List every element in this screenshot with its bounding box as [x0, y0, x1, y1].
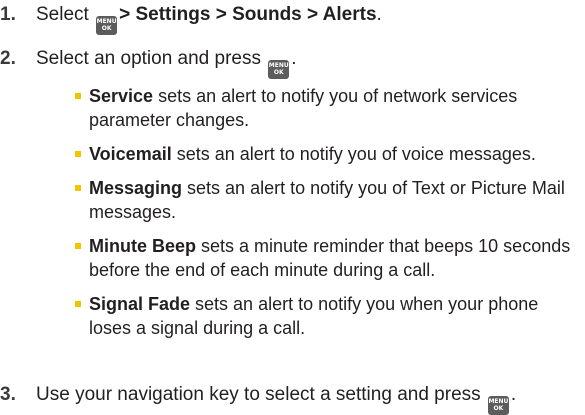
step-suffix: .: [291, 48, 297, 69]
menu-ok-key-icon: MENU OK: [268, 59, 290, 79]
option-item-service: Service sets an alert to notify you of n…: [75, 84, 580, 132]
menu-ok-key-icon: MENU OK: [487, 395, 509, 415]
option-item-messaging: Messaging sets an alert to notify you of…: [75, 176, 580, 224]
step-1: 1. Select MENU OK > Settings > Sounds > …: [0, 3, 382, 35]
option-term: Service: [89, 86, 154, 106]
step-prefix: Select: [36, 4, 89, 25]
step-3: 3. Use your navigation key to select a s…: [0, 383, 516, 415]
step-text: Select an option and press MENU OK .: [36, 47, 297, 79]
option-item-minute-beep: Minute Beep sets a minute reminder that …: [75, 234, 580, 282]
key-bottom-label: OK: [493, 405, 504, 412]
option-item-voicemail: Voicemail sets an alert to notify you of…: [75, 142, 580, 166]
key-bottom-label: OK: [273, 69, 284, 76]
option-term: Messaging: [89, 178, 183, 198]
instructions-page: 1. Select MENU OK > Settings > Sounds > …: [0, 0, 585, 415]
option-term: Minute Beep: [89, 236, 197, 256]
step-text: Select MENU OK > Settings > Sounds > Ale…: [36, 3, 382, 35]
option-list: Service sets an alert to notify you of n…: [75, 84, 580, 350]
menu-ok-key-icon: MENU OK: [96, 15, 118, 35]
step-prefix: Use your navigation key to select a sett…: [36, 384, 481, 405]
option-description: sets an alert to notify you of network s…: [89, 86, 518, 130]
step-suffix: .: [510, 384, 517, 405]
option-term: Voicemail: [89, 144, 172, 164]
key-top-label: MENU: [96, 18, 117, 25]
step-suffix: .: [376, 4, 382, 25]
step-number: 1.: [0, 4, 16, 25]
option-description: sets an alert to notify you of voice mes…: [171, 144, 536, 164]
key-top-label: MENU: [268, 62, 289, 69]
option-item-signal-fade: Signal Fade sets an alert to notify you …: [75, 292, 580, 340]
key-bottom-label: OK: [101, 25, 112, 32]
step-prefix: Select an option and press: [36, 48, 261, 69]
key-top-label: MENU: [488, 398, 509, 405]
option-term: Signal Fade: [89, 294, 191, 314]
step-text: Use your navigation key to select a sett…: [36, 383, 516, 415]
step-number: 2.: [0, 48, 16, 69]
step-2: 2. Select an option and press MENU OK .: [0, 47, 297, 79]
step-number: 3.: [0, 384, 16, 405]
menu-path: > Settings > Sounds > Alerts: [119, 4, 377, 25]
